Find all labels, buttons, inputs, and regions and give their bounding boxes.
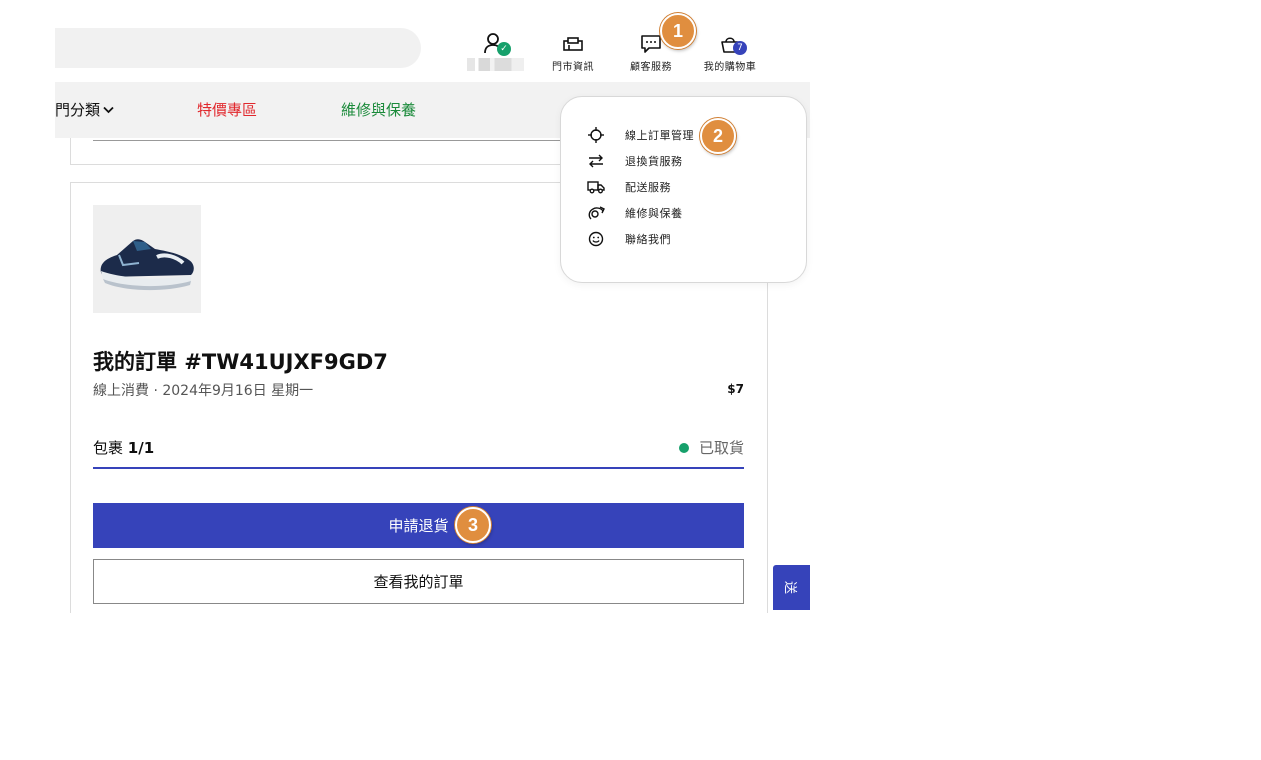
package-row[interactable]: 包裹 1/1 已取貨 [93,437,744,469]
status-dot-icon [678,442,689,453]
nav-deals[interactable]: 特價專區 [197,99,257,120]
cart-label: 我的購物車 [703,62,757,73]
cart-button[interactable]: 我的購物車 [695,28,765,73]
package-count: 1/1 [127,439,155,457]
step-marker-2: 2 [700,118,736,154]
store-info-label: 門市資訊 [552,62,594,73]
running-shoe-image [100,239,194,291]
account-button[interactable] [458,28,528,54]
package-status-text: 已取貨 [698,439,744,457]
menu-item-label: 退換貨服務 [625,155,683,168]
user-icon [458,28,528,54]
logged-in-badge: ✓ [497,42,511,56]
crosshair-icon [587,126,605,144]
user-name-blurred [467,58,524,71]
cart-count-badge: 7 [733,41,747,55]
request-return-button[interactable]: 申請退貨 [93,503,744,548]
menu-item-label: 配送服務 [625,181,671,194]
nav-categories-label: 門分類 [55,101,101,119]
package-status: 已取貨 [678,437,744,458]
truck-icon [587,178,605,196]
order-price: $7 [727,382,744,396]
request-return-label: 申請退貨 [388,517,449,535]
cart-basket-icon [695,28,765,54]
nav-repair[interactable]: 維修與保養 [341,99,416,120]
menu-item-contact[interactable]: 聯絡我們 [587,229,671,249]
repair-icon [587,204,605,222]
menu-item-label: 維修與保養 [625,207,683,220]
menu-item-online-orders[interactable]: 線上訂單管理 [587,125,694,145]
customer-service-label: 顧客服務 [630,62,672,73]
step-marker-1: 1 [660,13,696,49]
store-icon [538,28,608,54]
swap-arrows-icon [587,152,605,170]
nav-categories[interactable]: 門分類 [55,99,114,120]
store-info-button[interactable]: 門市資訊 [538,28,608,73]
side-feedback-tab[interactable]: 送 [773,565,810,610]
chevron-down-icon [103,106,114,114]
customer-service-dropdown: 線上訂單管理 退換貨服務 配送服務 維修與保養 聯絡我們 [560,96,807,283]
order-title: 我的訂單 #TW41UJXF9GD7 [93,350,388,374]
menu-item-returns[interactable]: 退換貨服務 [587,151,683,171]
package-label: 包裹 [93,439,124,457]
menu-item-repair[interactable]: 維修與保養 [587,203,683,223]
side-tab-label: 送 [781,580,797,595]
view-my-orders-label: 查看我的訂單 [373,573,464,591]
product-thumbnail[interactable] [93,205,201,313]
smiley-icon [587,230,605,248]
order-meta: 線上消費 · 2024年9月16日 星期一 [93,383,314,399]
menu-item-delivery[interactable]: 配送服務 [587,177,671,197]
menu-item-label: 線上訂單管理 [625,129,694,142]
step-marker-3: 3 [455,507,491,543]
search-bar[interactable] [55,28,421,68]
menu-item-label: 聯絡我們 [625,233,671,246]
view-my-orders-button[interactable]: 查看我的訂單 [93,559,744,604]
package-label-group: 包裹 1/1 [93,437,154,458]
